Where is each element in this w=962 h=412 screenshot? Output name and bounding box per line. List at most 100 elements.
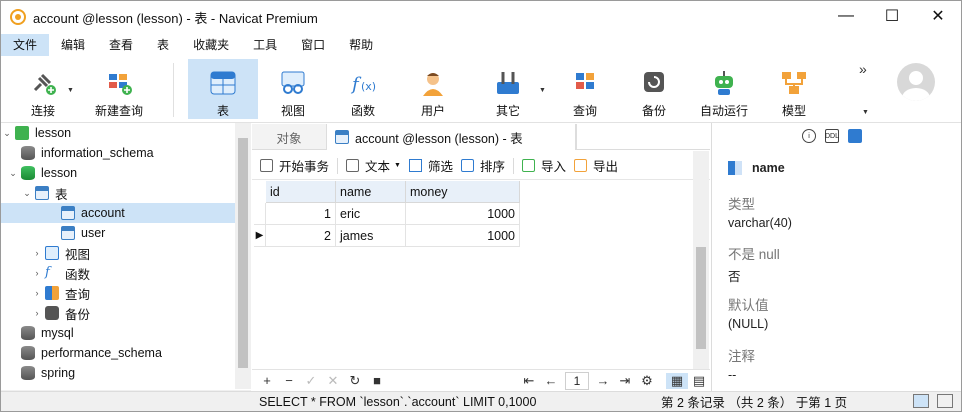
connect-dropdown-icon[interactable]: ▼ <box>67 87 74 94</box>
tree-item-label: mysql <box>41 326 74 340</box>
tree-vertical-scrollbar[interactable] <box>235 123 251 389</box>
menu-favorites[interactable]: 收藏夹 <box>181 34 241 56</box>
cell-name[interactable]: james <box>336 225 406 247</box>
avatar[interactable] <box>897 63 935 101</box>
close-button[interactable]: ✕ <box>915 1 961 31</box>
scrollbar-thumb[interactable] <box>238 138 248 368</box>
model-button[interactable]: 模型 <box>765 59 823 119</box>
field-view-icon[interactable] <box>848 129 862 143</box>
toolbar-overflow-icon[interactable]: ▼ <box>862 109 869 116</box>
export-icon <box>574 159 588 172</box>
toolbar-divider <box>337 157 339 174</box>
menu-file[interactable]: 文件 <box>1 34 50 56</box>
last-page-button[interactable]: ⇥ <box>614 373 636 389</box>
tree-item-account[interactable]: account <box>1 203 235 223</box>
toolbar-divider <box>173 63 174 117</box>
begin-transaction-button[interactable]: 开始事务 <box>260 156 329 175</box>
layout-single-icon[interactable] <box>937 394 953 408</box>
tree-item-spring[interactable]: spring <box>1 363 235 383</box>
toolbar-more-button[interactable]: » <box>859 61 867 77</box>
column-header-money[interactable]: money <box>406 181 520 203</box>
tree-item-lesson-connection[interactable]: ⌄ lesson <box>1 123 235 143</box>
tab-bar: 对象 account @lesson (lesson) - 表 <box>252 124 710 150</box>
tree-item-information-schema[interactable]: information_schema <box>1 143 235 163</box>
tree-item-mysql[interactable]: mysql <box>1 323 235 343</box>
backup-label: 备份 <box>641 104 666 118</box>
maximize-button[interactable]: ☐ <box>869 1 915 31</box>
cell-id[interactable]: 2 <box>266 225 336 247</box>
tree-item-performance-schema[interactable]: performance_schema <box>1 343 235 363</box>
automation-button[interactable]: 自动运行 <box>695 59 753 119</box>
tree-item-queries[interactable]: › 查询 <box>1 283 235 303</box>
menu-view[interactable]: 查看 <box>97 34 145 56</box>
other-button[interactable]: 其它 <box>479 59 537 119</box>
apply-changes-button[interactable]: ✓ <box>300 373 322 389</box>
tab-objects[interactable]: 对象 <box>252 124 326 150</box>
view-button[interactable]: 视图 <box>264 59 322 119</box>
comment-field: 注释 -- <box>728 345 755 382</box>
column-header-id[interactable]: id <box>266 181 336 203</box>
collapse-arrow-icon[interactable]: ⌄ <box>1 128 13 139</box>
tree-item-functions[interactable]: › f 函数 <box>1 263 235 283</box>
cell-id[interactable]: 1 <box>266 203 336 225</box>
import-button[interactable]: 导入 <box>522 156 566 175</box>
import-icon <box>522 159 535 172</box>
row-indicator[interactable] <box>254 203 266 225</box>
cell-name[interactable]: eric <box>336 203 406 225</box>
grid-vertical-scrollbar[interactable] <box>693 151 709 369</box>
add-record-button[interactable]: + <box>256 373 278 388</box>
other-dropdown-icon[interactable]: ▼ <box>539 87 546 94</box>
expand-arrow-icon[interactable]: › <box>31 268 43 278</box>
tree-item-lesson-db[interactable]: ⌄ lesson <box>1 163 235 183</box>
backup-button[interactable]: 备份 <box>625 59 683 119</box>
export-button[interactable]: 导出 <box>574 156 618 175</box>
page-number-input[interactable]: 1 <box>565 371 589 390</box>
query-button[interactable]: 查询 <box>556 59 614 119</box>
menu-window[interactable]: 窗口 <box>289 34 337 56</box>
previous-page-button[interactable]: ← <box>540 373 562 388</box>
layout-split-icon[interactable] <box>913 394 929 408</box>
sort-button[interactable]: 排序 <box>460 156 505 175</box>
scrollbar-thumb[interactable] <box>696 247 706 349</box>
cell-money[interactable]: 1000 <box>406 225 520 247</box>
collapse-arrow-icon[interactable]: ⌄ <box>7 168 19 179</box>
function-folder-icon: f <box>45 265 50 280</box>
current-row-indicator-icon[interactable]: ▶ <box>254 225 266 247</box>
connect-button[interactable]: 连接 <box>15 59 71 119</box>
tree-item-backups[interactable]: › 备份 <box>1 303 235 323</box>
column-header-name[interactable]: name <box>336 181 406 203</box>
tree-item-views[interactable]: › 视图 <box>1 243 235 263</box>
minimize-button[interactable]: — <box>823 1 869 31</box>
tree-item-tables[interactable]: ⌄ 表 <box>1 183 235 203</box>
form-view-icon[interactable]: ▤ <box>688 373 710 389</box>
ddl-icon[interactable]: DDL <box>825 129 839 143</box>
delete-record-button[interactable]: − <box>278 373 300 388</box>
sql-statement: SELECT * FROM `lesson`.`account` LIMIT 0… <box>259 394 537 409</box>
new-query-button[interactable]: 新建查询 <box>89 59 149 119</box>
filter-button[interactable]: 筛选 <box>408 156 453 175</box>
expand-arrow-icon[interactable]: › <box>31 288 43 298</box>
menu-table[interactable]: 表 <box>145 34 181 56</box>
user-button[interactable]: 用户 <box>404 59 462 119</box>
tab-account-table[interactable]: account @lesson (lesson) - 表 <box>326 124 576 150</box>
cell-money[interactable]: 1000 <box>406 203 520 225</box>
info-icon[interactable]: i <box>802 129 816 143</box>
menu-bar: 文件 编辑 查看 表 收藏夹 工具 窗口 帮助 <box>1 34 961 56</box>
menu-help[interactable]: 帮助 <box>337 34 385 56</box>
first-page-button[interactable]: ⇤ <box>518 373 540 389</box>
collapse-arrow-icon[interactable]: ⌄ <box>21 188 33 199</box>
menu-edit[interactable]: 编辑 <box>49 34 97 56</box>
refresh-button[interactable]: ↻ <box>344 373 366 389</box>
expand-arrow-icon[interactable]: › <box>31 248 43 258</box>
tree-item-user[interactable]: user <box>1 223 235 243</box>
table-button[interactable]: 表 <box>188 59 258 119</box>
settings-gear-icon[interactable]: ⚙ <box>636 373 658 389</box>
function-button[interactable]: f (x) 函数 <box>334 59 392 119</box>
text-button[interactable]: 文本 ▼ <box>346 156 401 175</box>
expand-arrow-icon[interactable]: › <box>31 308 43 318</box>
discard-changes-button[interactable]: ✕ <box>322 373 344 389</box>
menu-tools[interactable]: 工具 <box>241 34 289 56</box>
grid-view-icon[interactable]: ▦ <box>666 372 688 389</box>
next-page-button[interactable]: → <box>592 373 614 388</box>
stop-button[interactable]: ■ <box>366 373 388 388</box>
